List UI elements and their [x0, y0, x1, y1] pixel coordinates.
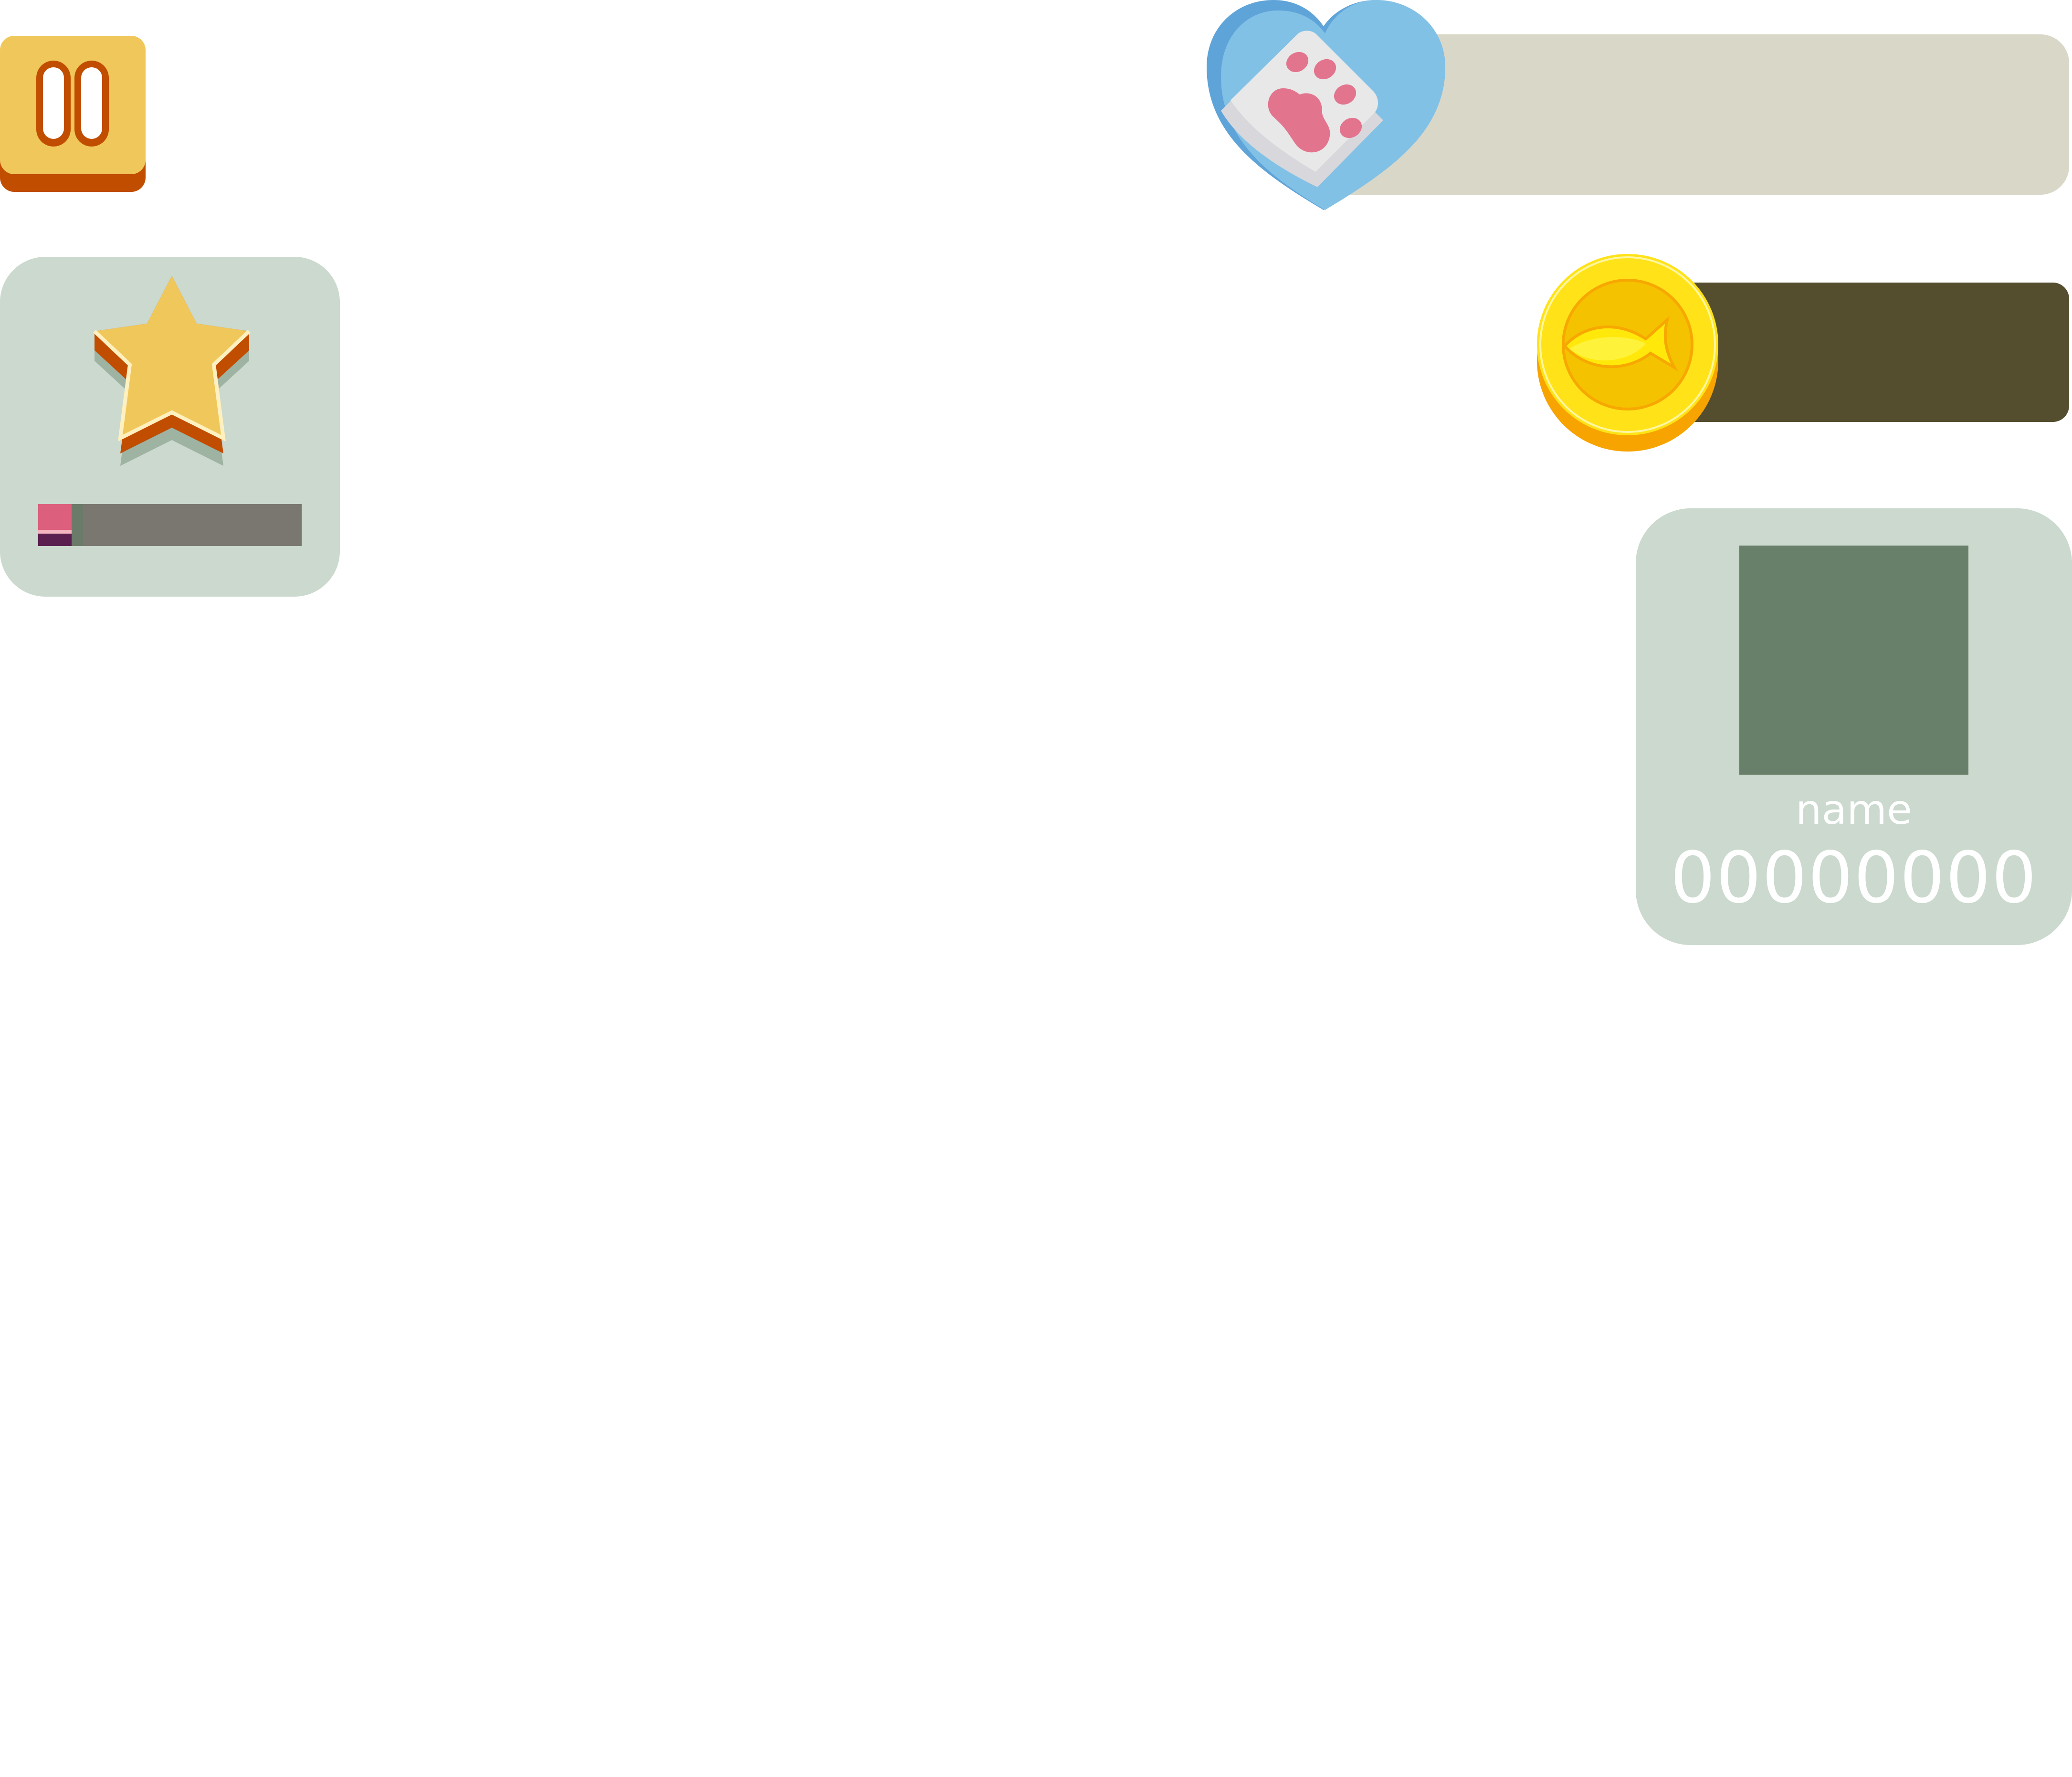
level-progress-bar [38, 504, 302, 546]
player-card: name 00000000 [1636, 508, 2072, 945]
level-progress-fill [38, 504, 83, 546]
player-name: name [1796, 786, 1912, 834]
heart-badge [1202, 0, 1446, 210]
pause-button[interactable] [0, 36, 146, 192]
avatar [1739, 546, 1968, 775]
coin-bar [1671, 283, 2069, 422]
fish-coin-icon [1537, 254, 1718, 452]
level-panel [0, 257, 340, 597]
coin-badge [1536, 253, 1719, 452]
heart-paw-icon [1207, 0, 1445, 210]
star-icon [93, 276, 251, 466]
pause-icon [0, 36, 146, 192]
player-score: 00000000 [1670, 837, 2038, 919]
